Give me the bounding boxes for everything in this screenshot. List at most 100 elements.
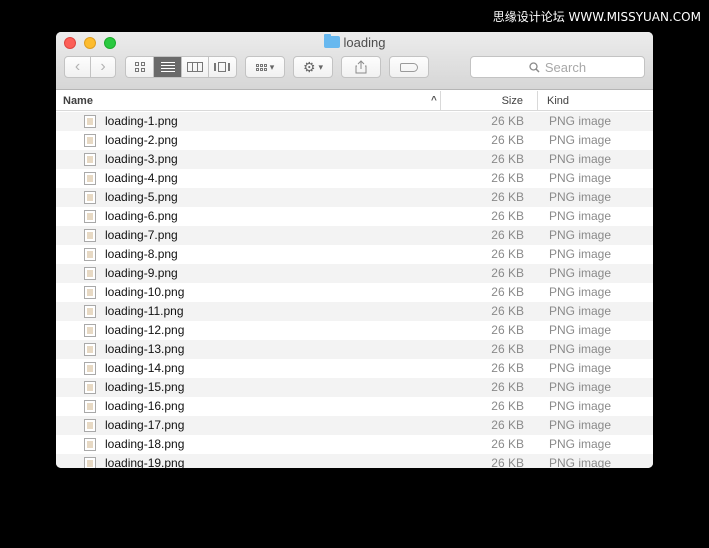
list-view-button[interactable] <box>153 57 181 77</box>
file-icon <box>84 153 96 166</box>
file-row[interactable]: loading-2.png 26 KB PNG image <box>56 131 653 150</box>
share-icon <box>355 60 367 74</box>
name-column-header[interactable]: Name ^ <box>63 91 440 111</box>
file-row[interactable]: loading-8.png 26 KB PNG image <box>56 245 653 264</box>
tag-icon <box>400 62 418 72</box>
file-icon <box>84 172 96 185</box>
cover-flow-icon <box>213 62 232 72</box>
action-menu[interactable]: ⚙ ▾ <box>293 56 333 78</box>
file-name: loading-5.png <box>105 190 178 204</box>
file-size: 26 KB <box>491 361 524 375</box>
folder-icon <box>323 34 340 48</box>
name-column-label: Name <box>63 95 93 107</box>
file-row[interactable]: loading-9.png 26 KB PNG image <box>56 264 653 283</box>
back-icon: ‹ <box>74 58 81 75</box>
arrange-button[interactable]: ▾ <box>246 57 284 77</box>
file-size: 26 KB <box>491 323 524 337</box>
file-size: 26 KB <box>491 456 524 468</box>
file-row[interactable]: loading-16.png 26 KB PNG image <box>56 397 653 416</box>
column-view-button[interactable] <box>180 57 209 77</box>
action-button[interactable]: ⚙ ▾ <box>294 57 332 77</box>
file-kind: PNG image <box>549 114 612 128</box>
file-row[interactable]: loading-13.png 26 KB PNG image <box>56 340 653 359</box>
file-kind: PNG image <box>549 133 612 147</box>
file-name: loading-16.png <box>105 399 185 413</box>
file-name: loading-15.png <box>105 380 185 394</box>
file-size: 26 KB <box>491 304 524 318</box>
file-icon <box>84 438 96 451</box>
cover-flow-button[interactable] <box>208 57 236 77</box>
back-button[interactable]: ‹ <box>65 57 90 77</box>
file-row[interactable]: loading-6.png 26 KB PNG image <box>56 207 653 226</box>
file-kind: PNG image <box>549 304 612 318</box>
forward-icon: › <box>100 58 106 75</box>
file-kind: PNG image <box>549 399 612 413</box>
chevron-down-icon: ▾ <box>318 61 324 72</box>
file-icon <box>84 229 96 242</box>
tag-menu[interactable] <box>389 56 429 78</box>
file-name: loading-12.png <box>105 323 185 337</box>
icon-view-button[interactable] <box>126 57 153 77</box>
file-row[interactable]: loading-11.png 26 KB PNG image <box>56 302 653 321</box>
icon-view-icon <box>134 62 145 72</box>
file-row[interactable]: loading-5.png 26 KB PNG image <box>56 188 653 207</box>
column-view-icon <box>187 62 204 72</box>
file-name: loading-18.png <box>105 437 185 451</box>
list-view-icon <box>160 62 175 72</box>
search-field[interactable]: Search <box>470 56 645 78</box>
file-kind: PNG image <box>549 437 612 451</box>
file-size: 26 KB <box>491 285 524 299</box>
file-icon <box>84 381 96 394</box>
file-icon <box>84 362 96 375</box>
search-icon <box>529 61 540 73</box>
file-kind: PNG image <box>549 152 612 166</box>
file-name: loading-8.png <box>105 247 178 261</box>
file-row[interactable]: loading-12.png 26 KB PNG image <box>56 321 653 340</box>
file-row[interactable]: loading-19.png 26 KB PNG image <box>56 454 653 468</box>
tag-button[interactable] <box>390 57 428 77</box>
file-icon <box>84 267 96 280</box>
sort-ascending-icon: ^ <box>431 95 437 106</box>
forward-button[interactable]: › <box>89 57 115 77</box>
file-size: 26 KB <box>491 342 524 356</box>
file-row[interactable]: loading-10.png 26 KB PNG image <box>56 283 653 302</box>
size-column-header[interactable]: Size <box>440 91 537 111</box>
file-row[interactable]: loading-3.png 26 KB PNG image <box>56 150 653 169</box>
file-kind: PNG image <box>549 342 612 356</box>
file-name: loading-4.png <box>105 171 178 185</box>
file-size: 26 KB <box>491 171 524 185</box>
kind-column-header[interactable]: Kind <box>537 91 653 111</box>
file-name: loading-13.png <box>105 342 185 356</box>
file-kind: PNG image <box>549 209 612 223</box>
file-kind: PNG image <box>549 285 612 299</box>
file-kind: PNG image <box>549 456 612 468</box>
arrange-menu[interactable]: ▾ <box>245 56 285 78</box>
file-row[interactable]: loading-14.png 26 KB PNG image <box>56 359 653 378</box>
file-name: loading-11.png <box>105 304 184 318</box>
file-size: 26 KB <box>491 437 524 451</box>
file-size: 26 KB <box>491 152 524 166</box>
share-button[interactable] <box>342 57 380 77</box>
file-row[interactable]: loading-15.png 26 KB PNG image <box>56 378 653 397</box>
file-icon <box>84 457 96 468</box>
file-kind: PNG image <box>549 361 612 375</box>
file-icon <box>84 305 96 318</box>
file-row[interactable]: loading-18.png 26 KB PNG image <box>56 435 653 454</box>
file-row[interactable]: loading-4.png 26 KB PNG image <box>56 169 653 188</box>
file-row[interactable]: loading-17.png 26 KB PNG image <box>56 416 653 435</box>
file-name: loading-2.png <box>105 133 178 147</box>
file-name: loading-10.png <box>105 285 185 299</box>
titlebar: loading ‹ › ▾ ⚙ ▾ Search <box>56 32 653 90</box>
file-size: 26 KB <box>491 114 524 128</box>
file-name: loading-6.png <box>105 209 178 223</box>
file-row[interactable]: loading-1.png 26 KB PNG image <box>56 112 653 131</box>
file-size: 26 KB <box>491 190 524 204</box>
file-name: loading-14.png <box>105 361 185 375</box>
file-list: loading-1.png 26 KB PNG image loading-2.png… <box>56 112 653 468</box>
chevron-down-icon: ▾ <box>269 61 275 72</box>
share-menu[interactable] <box>341 56 381 78</box>
file-row[interactable]: loading-7.png 26 KB PNG image <box>56 226 653 245</box>
file-name: loading-19.png <box>105 456 185 468</box>
file-size: 26 KB <box>491 133 524 147</box>
column-header: Name ^ Size Kind <box>56 91 653 111</box>
